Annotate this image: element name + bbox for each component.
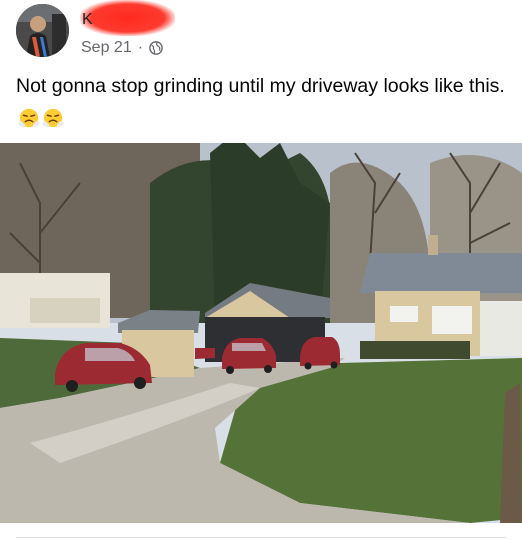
author-name[interactable]: K [82,11,93,29]
post-text: Not gonna stop grinding until my drivewa… [16,70,511,134]
post-body: Not gonna stop grinding until my drivewa… [16,75,505,97]
face-with-steam-icon [18,108,40,128]
author-avatar[interactable] [16,4,69,57]
redacted-author-name [80,0,175,36]
globe-icon [149,41,163,55]
meta-separator: · [137,39,144,56]
face-with-steam-icon [42,108,64,128]
post-meta: Sep 21 · [81,39,163,57]
post-date[interactable]: Sep 21 [81,39,132,57]
post-divider [16,537,506,538]
post-photo[interactable] [0,143,522,523]
avatar-photo [16,4,69,57]
